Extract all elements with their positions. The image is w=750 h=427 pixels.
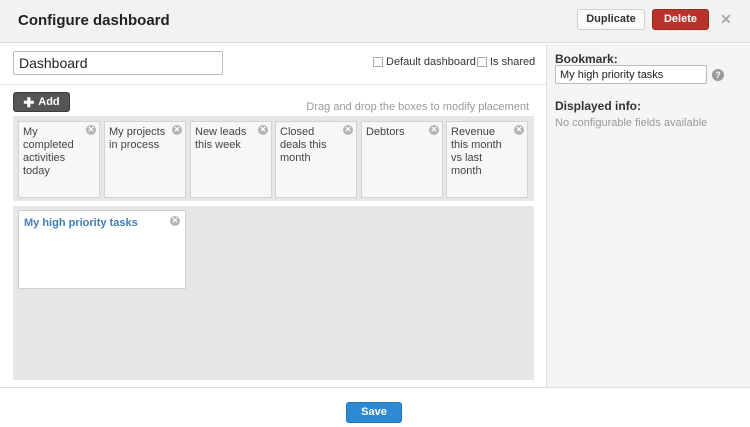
delete-button[interactable]: Delete xyxy=(652,9,709,30)
widget-card-label: My completed activities today xyxy=(23,126,74,177)
widget-card[interactable]: Closed deals this month ✕ xyxy=(275,121,357,198)
is-shared-label: Is shared xyxy=(490,56,536,68)
checkbox-icon[interactable] xyxy=(477,57,487,67)
bookmark-input[interactable] xyxy=(555,65,707,84)
widget-card-label: My projects in process xyxy=(109,126,166,151)
widget-card[interactable]: New leads this week ✕ xyxy=(190,121,272,198)
remove-circle-icon[interactable]: ✕ xyxy=(343,125,353,135)
default-dashboard-label: Default dashboard xyxy=(386,56,476,68)
remove-circle-icon[interactable]: ✕ xyxy=(514,125,524,135)
widget-card[interactable]: Debtors ✕ xyxy=(361,121,443,198)
add-label: Add xyxy=(38,96,60,108)
available-widgets-tray: My completed activities today ✕ My proje… xyxy=(13,116,534,201)
is-shared-checkbox[interactable]: Is shared xyxy=(477,56,535,68)
dialog-header: Configure dashboard Duplicate Delete ✕ xyxy=(0,0,750,43)
widget-card[interactable]: My completed activities today ✕ xyxy=(18,121,100,198)
no-fields-text: No configurable fields available xyxy=(555,117,708,129)
bookmark-label: Bookmark: xyxy=(555,52,618,66)
widget-card[interactable]: Revenue this month vs last month ✕ xyxy=(446,121,528,198)
remove-circle-icon[interactable]: ✕ xyxy=(429,125,439,135)
dashboard-layout-area[interactable]: My high priority tasks ✕ xyxy=(13,206,534,380)
placed-widget-title: My high priority tasks xyxy=(24,217,138,229)
save-button[interactable]: Save xyxy=(346,402,402,423)
remove-circle-icon[interactable]: ✕ xyxy=(86,125,96,135)
displayed-info-label: Displayed info: xyxy=(555,99,642,113)
dialog-footer: Save xyxy=(0,387,750,427)
placement-hint: Drag and drop the boxes to modify placem… xyxy=(306,101,529,113)
remove-circle-icon[interactable]: ✕ xyxy=(258,125,268,135)
checkbox-icon[interactable] xyxy=(373,57,383,67)
plus-icon: ✚ xyxy=(23,94,35,110)
widget-settings-panel: Bookmark: ? Displayed info: No configura… xyxy=(546,44,750,387)
close-icon[interactable]: ✕ xyxy=(718,9,734,29)
remove-circle-icon[interactable]: ✕ xyxy=(170,216,180,226)
widget-card-label: New leads this week xyxy=(195,126,247,151)
dashboard-editor: Default dashboard Is shared ✚ Add Drag a… xyxy=(0,44,546,387)
widget-card[interactable]: My projects in process ✕ xyxy=(104,121,186,198)
widget-card-label: Closed deals this month xyxy=(280,126,327,164)
duplicate-button[interactable]: Duplicate xyxy=(577,9,645,30)
remove-circle-icon[interactable]: ✕ xyxy=(172,125,182,135)
default-dashboard-checkbox[interactable]: Default dashboard xyxy=(373,56,476,68)
widget-card-label: Revenue this month vs last month xyxy=(451,126,502,177)
dialog-title: Configure dashboard xyxy=(18,12,170,29)
add-widget-button[interactable]: ✚ Add xyxy=(13,92,70,112)
help-icon[interactable]: ? xyxy=(712,69,724,81)
widget-card-label: Debtors xyxy=(366,126,405,138)
placed-widget-card[interactable]: My high priority tasks ✕ xyxy=(18,210,186,289)
dashboard-name-input[interactable] xyxy=(13,51,223,75)
divider xyxy=(0,84,546,85)
